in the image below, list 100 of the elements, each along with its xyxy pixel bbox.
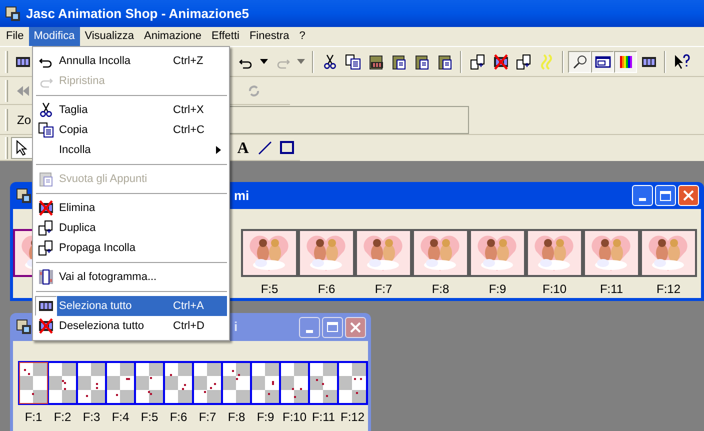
window-title: mi xyxy=(234,186,250,205)
menu-item[interactable]: Modifica xyxy=(28,27,80,46)
menu-item[interactable]: Incolla xyxy=(57,140,227,160)
menu-item[interactable]: Taglia Ctrl+X xyxy=(57,100,227,120)
frame-label: F:8 xyxy=(226,409,246,426)
frame-thumbnail[interactable] xyxy=(469,229,526,277)
menu-item[interactable]: Duplica xyxy=(57,218,227,238)
frame-thumbnail[interactable] xyxy=(412,229,469,277)
frame-thumbnail[interactable] xyxy=(49,363,76,403)
menu-item[interactable]: Seleziona tutto Ctrl+A xyxy=(57,296,227,316)
clipboard-icon xyxy=(436,54,452,70)
app-icon xyxy=(16,188,32,204)
wave-icon xyxy=(538,54,554,70)
frame-thumbnail[interactable] xyxy=(165,363,192,403)
line-icon xyxy=(258,140,272,154)
minimize-icon xyxy=(306,330,313,332)
rectangle-icon xyxy=(280,141,294,154)
menu-item[interactable]: Copia Ctrl+C xyxy=(57,120,227,140)
frame-thumbnail[interactable] xyxy=(355,229,412,277)
text-tool-button[interactable]: A xyxy=(232,136,254,158)
menu-item[interactable]: Visualizza xyxy=(80,27,140,46)
pointer-icon xyxy=(16,140,30,156)
clipboard-icon xyxy=(414,54,430,70)
menu-item[interactable]: Propaga Incolla xyxy=(57,238,227,258)
frame-label: F:3 xyxy=(82,409,102,426)
close-icon xyxy=(683,190,694,201)
maximize-icon xyxy=(660,190,671,200)
scissors-icon xyxy=(38,102,54,118)
clipboard-icon xyxy=(390,54,406,70)
menu-item[interactable]: File xyxy=(1,27,29,46)
pages-icon xyxy=(470,54,486,70)
maximize-button[interactable] xyxy=(322,316,343,338)
copy-icon xyxy=(38,122,54,138)
window-title: Jasc Animation Shop - Animazione5 xyxy=(26,4,249,23)
frame-label: F:7 xyxy=(198,409,218,426)
scissors-icon xyxy=(322,54,338,70)
pages-icon xyxy=(38,240,54,256)
frame-label: F:5 xyxy=(260,281,278,298)
app-icon xyxy=(16,319,32,335)
frame-thumbnail[interactable] xyxy=(281,363,308,403)
menu-item[interactable]: Animazione xyxy=(139,27,207,46)
frame-thumbnail[interactable] xyxy=(136,363,163,403)
frame-label: F:5 xyxy=(140,409,160,426)
help-pointer-icon xyxy=(674,54,690,70)
frame-thumbnail[interactable] xyxy=(20,363,47,403)
app-icon xyxy=(5,6,21,22)
frame-thumbnail[interactable] xyxy=(194,363,221,403)
frame-thumbnail[interactable] xyxy=(640,229,697,277)
frame-label: F:1 xyxy=(24,409,44,426)
frame-label: F:9 xyxy=(256,409,276,426)
frame-label: F:4 xyxy=(110,409,130,426)
toolbar-button[interactable] xyxy=(591,50,614,72)
frame-label: F:11 xyxy=(310,409,336,426)
frame-thumbnail[interactable] xyxy=(252,363,279,403)
menu-item[interactable]: Vai al fotogramma... xyxy=(57,267,227,287)
frame-thumbnail[interactable] xyxy=(583,229,640,277)
frame-thumbnail[interactable] xyxy=(223,363,250,403)
panel-icon xyxy=(594,54,610,70)
toolbar-button[interactable] xyxy=(614,50,637,72)
frame-thumbnail[interactable] xyxy=(78,363,105,403)
maximize-icon xyxy=(327,322,338,332)
frame-label: F:8 xyxy=(432,281,450,298)
minimize-icon xyxy=(639,198,646,201)
frame-thumbnail[interactable] xyxy=(241,229,298,277)
menu-item[interactable]: Finestra xyxy=(244,27,294,46)
submenu-arrow-icon xyxy=(216,146,221,154)
menu-item[interactable]: Deseleziona tutto Ctrl+D xyxy=(57,316,227,336)
menu-item[interactable]: Effetti xyxy=(206,27,244,46)
film-delete-icon xyxy=(38,318,54,334)
frame-thumbnail[interactable] xyxy=(310,363,337,403)
frame-label: F:6 xyxy=(318,281,336,298)
toolbar-button[interactable] xyxy=(568,50,591,72)
rewind-icon xyxy=(16,84,30,96)
palette-icon xyxy=(618,54,634,70)
frame-label: F:12 xyxy=(339,409,366,426)
frame-thumbnail[interactable] xyxy=(107,363,134,403)
film-icon xyxy=(38,269,54,285)
film-delete-icon xyxy=(38,200,54,216)
frame-label: F:10 xyxy=(542,281,566,298)
caret-icon xyxy=(297,59,305,64)
zoom-label: Zo xyxy=(17,112,32,128)
close-icon xyxy=(350,322,361,332)
frame-label: F:6 xyxy=(168,409,188,426)
menu-item[interactable]: Annulla Incolla Ctrl+Z xyxy=(57,51,227,71)
search-icon xyxy=(572,54,588,70)
frame-label: F:7 xyxy=(374,281,392,298)
frame-label: F:9 xyxy=(488,281,506,298)
menu-item[interactable]: ? xyxy=(294,27,310,46)
film-delete-icon xyxy=(492,54,508,70)
close-button[interactable] xyxy=(345,316,366,338)
menu-item[interactable]: Elimina xyxy=(57,198,227,218)
frame-label: F:11 xyxy=(600,281,624,298)
clipboard-icon xyxy=(368,54,384,70)
minimize-button[interactable] xyxy=(299,316,320,338)
copy-icon xyxy=(344,54,360,70)
frame-label: F:10 xyxy=(281,409,308,426)
frame-thumbnail[interactable] xyxy=(526,229,583,277)
window-title: i xyxy=(234,318,238,336)
frame-thumbnail[interactable] xyxy=(339,363,366,403)
frame-thumbnail[interactable] xyxy=(298,229,355,277)
